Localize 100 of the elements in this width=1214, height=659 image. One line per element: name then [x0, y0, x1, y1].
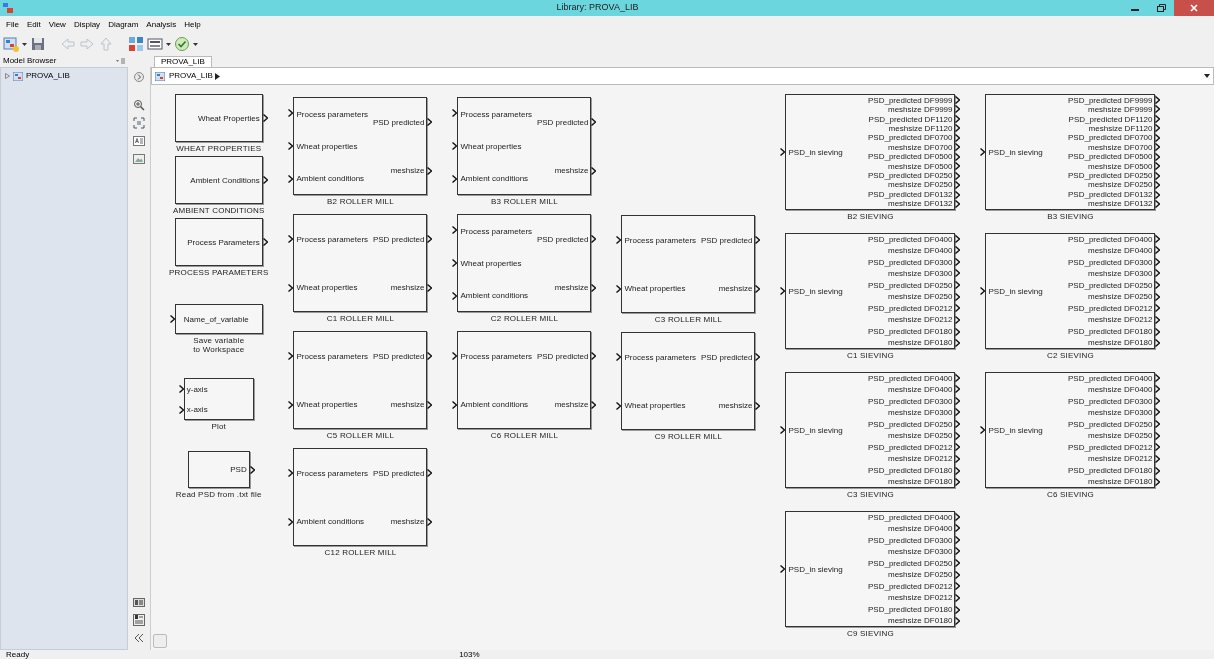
image-icon [133, 153, 145, 165]
save-button[interactable] [30, 36, 46, 52]
sieving-block[interactable]: PSD_in sieving PSD_predicted DF0400 meshsize DF0400 PSD_predicted DF0300 meshsize DF0300 PSD_predicted DF0250 meshsize DF0250 PSD_predicted DF0212 meshsize DF0212 PSD_predicted DF0180 meshsize DF0180 [785, 372, 956, 488]
port-label: meshsize DF0212 [888, 315, 953, 325]
port-label: meshsize DF0300 [888, 408, 953, 418]
port-icon [427, 468, 433, 477]
annotation-button[interactable] [133, 135, 145, 147]
library-block[interactable]: y-axis x-axis [183, 378, 254, 420]
model-data-button[interactable] [133, 596, 145, 608]
roller-mill-block[interactable]: Process parameters Wheat properties Ambient conditions PSD predicted meshsize [457, 214, 592, 312]
new-model-button[interactable] [3, 36, 19, 52]
port-label: meshsize DF0250 [1088, 292, 1153, 302]
model-config-button[interactable] [147, 36, 163, 52]
block-label: Read PSD from .txt file [175, 490, 262, 499]
port-label: PSD_predicted DF0300 [1068, 257, 1153, 267]
port-label: meshsize [554, 165, 589, 175]
collapse-button[interactable] [133, 632, 145, 644]
library-block[interactable]: Process Parameters [174, 218, 263, 266]
library-button[interactable] [128, 36, 144, 52]
port-icon [452, 351, 458, 360]
port-label: Process parameters [296, 109, 369, 119]
port-icon [616, 284, 622, 293]
port-label: meshsize DF0212 [888, 454, 953, 464]
menu-item[interactable]: Edit [22, 18, 45, 31]
port-label: meshsize DF0250 [1088, 431, 1153, 441]
port-label: meshsize [390, 399, 425, 409]
tree-label: PROVA_LIB [26, 70, 70, 82]
block-label: C3 SIEVING [847, 490, 894, 499]
dropdown-icon[interactable] [1204, 74, 1210, 78]
dropdown-button[interactable] [22, 42, 27, 46]
roller-mill-block[interactable]: Process parameters Wheat properties Ambient conditions PSD predicted meshsize [293, 97, 428, 195]
sieving-block[interactable]: PSD_in sieving PSD_predicted DF0400 meshsize DF0400 PSD_predicted DF0300 meshsize DF0300 PSD_predicted DF0250 meshsize DF0250 PSD_predicted DF0212 meshsize DF0212 PSD_predicted DF0180 meshsize DF0180 [985, 233, 1156, 349]
roller-mill-block[interactable]: Process parameters Wheat properties PSD predicted meshsize [621, 215, 756, 313]
up-icon [98, 36, 114, 52]
port-icon [178, 405, 184, 414]
port-icon [288, 517, 294, 526]
property-inspector-button[interactable] [133, 614, 145, 626]
menu-item[interactable]: Diagram [104, 18, 143, 31]
port-label: Wheat properties [624, 283, 687, 293]
port-icon [288, 351, 294, 360]
block-label: AMBIENT CONDITIONS [173, 206, 265, 215]
maximize-icon [1156, 4, 1166, 12]
port-label: meshsize DF0400 [1088, 246, 1153, 256]
menu-item[interactable]: View [44, 18, 70, 31]
breadcrumb-item[interactable]: PROVA_LIB [155, 70, 213, 82]
hide-browser-button[interactable] [133, 71, 145, 83]
port-label: meshsize DF0700 [888, 142, 953, 152]
zoom-button[interactable] [133, 99, 145, 111]
sieving-block[interactable] [785, 94, 956, 210]
block-label: Plot [211, 422, 227, 431]
port-icon [262, 176, 268, 184]
port-icon [780, 287, 786, 295]
roller-mill-block[interactable]: Process parameters Ambient conditions PSD predicted meshsize [457, 331, 592, 429]
port-label: meshsize DF1120 [1088, 124, 1153, 134]
library-block[interactable]: Ambient Conditions [174, 156, 263, 204]
port-label: Ambient conditions [460, 173, 530, 183]
check-button[interactable] [174, 36, 190, 52]
roller-mill-block[interactable]: Process parameters Wheat properties PSD predicted meshsize [293, 214, 428, 312]
sieving-block[interactable]: PSD_in sieving PSD_predicted DF0400 meshsize DF0400 PSD_predicted DF0300 meshsize DF0300 PSD_predicted DF0250 meshsize DF0250 PSD_predicted DF0212 meshsize DF0212 PSD_predicted DF0180 meshsize DF0180 [785, 233, 956, 349]
roller-mill-block[interactable]: Process parameters Wheat properties PSD predicted meshsize [293, 331, 428, 429]
dropdown-button[interactable] [193, 42, 198, 46]
port-label: meshsize DF0180 [1088, 476, 1153, 486]
port-label: PSD_predicted DF0250 [868, 280, 953, 290]
dropdown-icon [166, 42, 171, 46]
library-block[interactable]: PSD [187, 451, 250, 488]
sieving-block[interactable]: PSD_in sieving PSD_predicted DF0400 meshsize DF0400 PSD_predicted DF0300 meshsize DF0300 PSD_predicted DF0250 meshsize DF0250 PSD_predicted DF0212 meshsize DF0212 PSD_predicted DF0180 meshsize DF0180 [785, 511, 956, 627]
port-label: meshsize DF0250 [888, 180, 953, 190]
port-label: PSD_predicted DF0250 [1068, 280, 1153, 290]
roller-mill-block[interactable]: Process parameters Ambient conditions PSD predicted meshsize [293, 448, 428, 546]
panel-menu-icon[interactable] [116, 58, 125, 64]
port-icon [591, 234, 597, 243]
menu-item[interactable]: Help [180, 18, 205, 31]
library-block[interactable]: Wheat Properties [174, 94, 263, 142]
library-block[interactable]: Name_of_variable [174, 304, 263, 334]
tree-item[interactable]: PROVA_LIB [5, 70, 123, 82]
roller-mill-block[interactable]: Process parameters Wheat properties PSD predicted meshsize [621, 332, 756, 430]
fit-view-button[interactable] [133, 117, 145, 129]
block-label: Save variable to Workspace [193, 336, 245, 354]
dropdown-button[interactable] [166, 42, 171, 46]
menu-item[interactable]: File [2, 18, 23, 31]
port-label: PSD_predicted DF0132 [868, 189, 953, 199]
sieving-block[interactable] [985, 94, 1156, 210]
port-label: Ambient conditions [296, 516, 366, 526]
port-label: Ambient conditions [296, 173, 366, 183]
port-label: meshsize DF0400 [888, 524, 953, 534]
port-label: Wheat properties [624, 400, 687, 410]
sieving-block[interactable]: PSD_in sieving PSD_predicted DF0400 meshsize DF0400 PSD_predicted DF0300 meshsize DF0300 PSD_predicted DF0250 meshsize DF0250 PSD_predicted DF0212 meshsize DF0212 PSD_predicted DF0180 meshsize DF0180 [985, 372, 1156, 488]
port-label: meshsize DF0400 [1088, 385, 1153, 395]
port-label: PSD_predicted DF0250 [868, 170, 953, 180]
image-button[interactable] [133, 153, 145, 165]
port-icon [591, 117, 597, 126]
port-label: PSD_predicted DF0500 [1068, 152, 1153, 162]
port-label: PSD_predicted DF0400 [868, 513, 953, 522]
menu-item[interactable]: Display [69, 18, 105, 31]
expand-icon[interactable] [5, 73, 10, 79]
port-label: PSD predicted [536, 117, 589, 127]
model-icon [155, 71, 165, 81]
port-icon [249, 465, 255, 474]
menu-item[interactable]: Analysis [142, 18, 181, 31]
roller-mill-block[interactable]: Process parameters Wheat properties Ambient conditions PSD predicted meshsize [457, 97, 592, 195]
